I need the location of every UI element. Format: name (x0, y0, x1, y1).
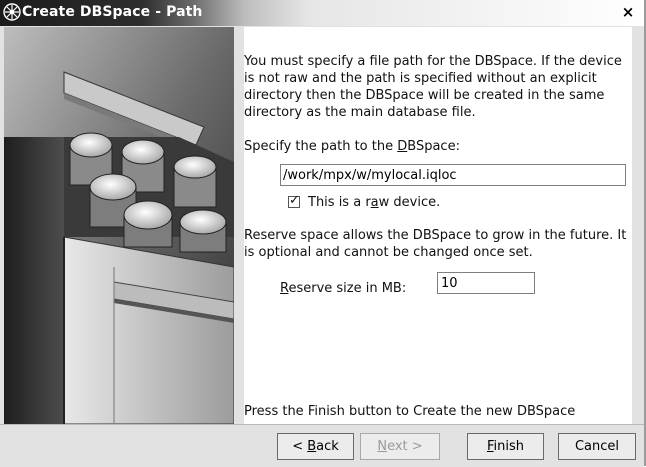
button-bar: < Back Next > Finish Cancel (0, 424, 644, 467)
finish-instruction: Press the Finish button to Create the ne… (244, 404, 576, 419)
close-button[interactable]: × (620, 3, 636, 21)
wizard-illustration (4, 27, 234, 424)
check-icon: ✓ (289, 193, 300, 208)
path-label: Specify the path to the DBSpace: (244, 139, 460, 154)
next-button[interactable]: Next > (360, 433, 440, 460)
raw-device-label[interactable]: This is a raw device. (308, 195, 440, 210)
dbspace-app-icon (3, 3, 21, 21)
path-input[interactable] (280, 164, 626, 186)
reserve-text: Reserve space allows the DBSpace to grow… (244, 228, 627, 260)
cancel-button[interactable]: Cancel (558, 433, 636, 460)
content-panel: You must specify a file path for the DBS… (244, 27, 632, 424)
finish-button[interactable]: Finish (467, 433, 544, 460)
reserve-size-input[interactable] (437, 272, 535, 294)
intro-text: You must specify a file path for the DBS… (244, 54, 622, 120)
window-title: Create DBSpace - Path (22, 4, 203, 20)
reserve-size-label: Reserve size in MB: (280, 281, 407, 296)
back-button[interactable]: < Back (277, 433, 354, 460)
drawer-cabinet-illustration (4, 27, 234, 424)
raw-device-row[interactable]: ✓ This is a raw device. (288, 193, 440, 211)
title-bar[interactable]: Create DBSpace - Path × (0, 0, 644, 26)
dialog-window: Create DBSpace - Path × You must specify… (0, 0, 646, 467)
raw-device-checkbox[interactable]: ✓ (288, 193, 300, 208)
